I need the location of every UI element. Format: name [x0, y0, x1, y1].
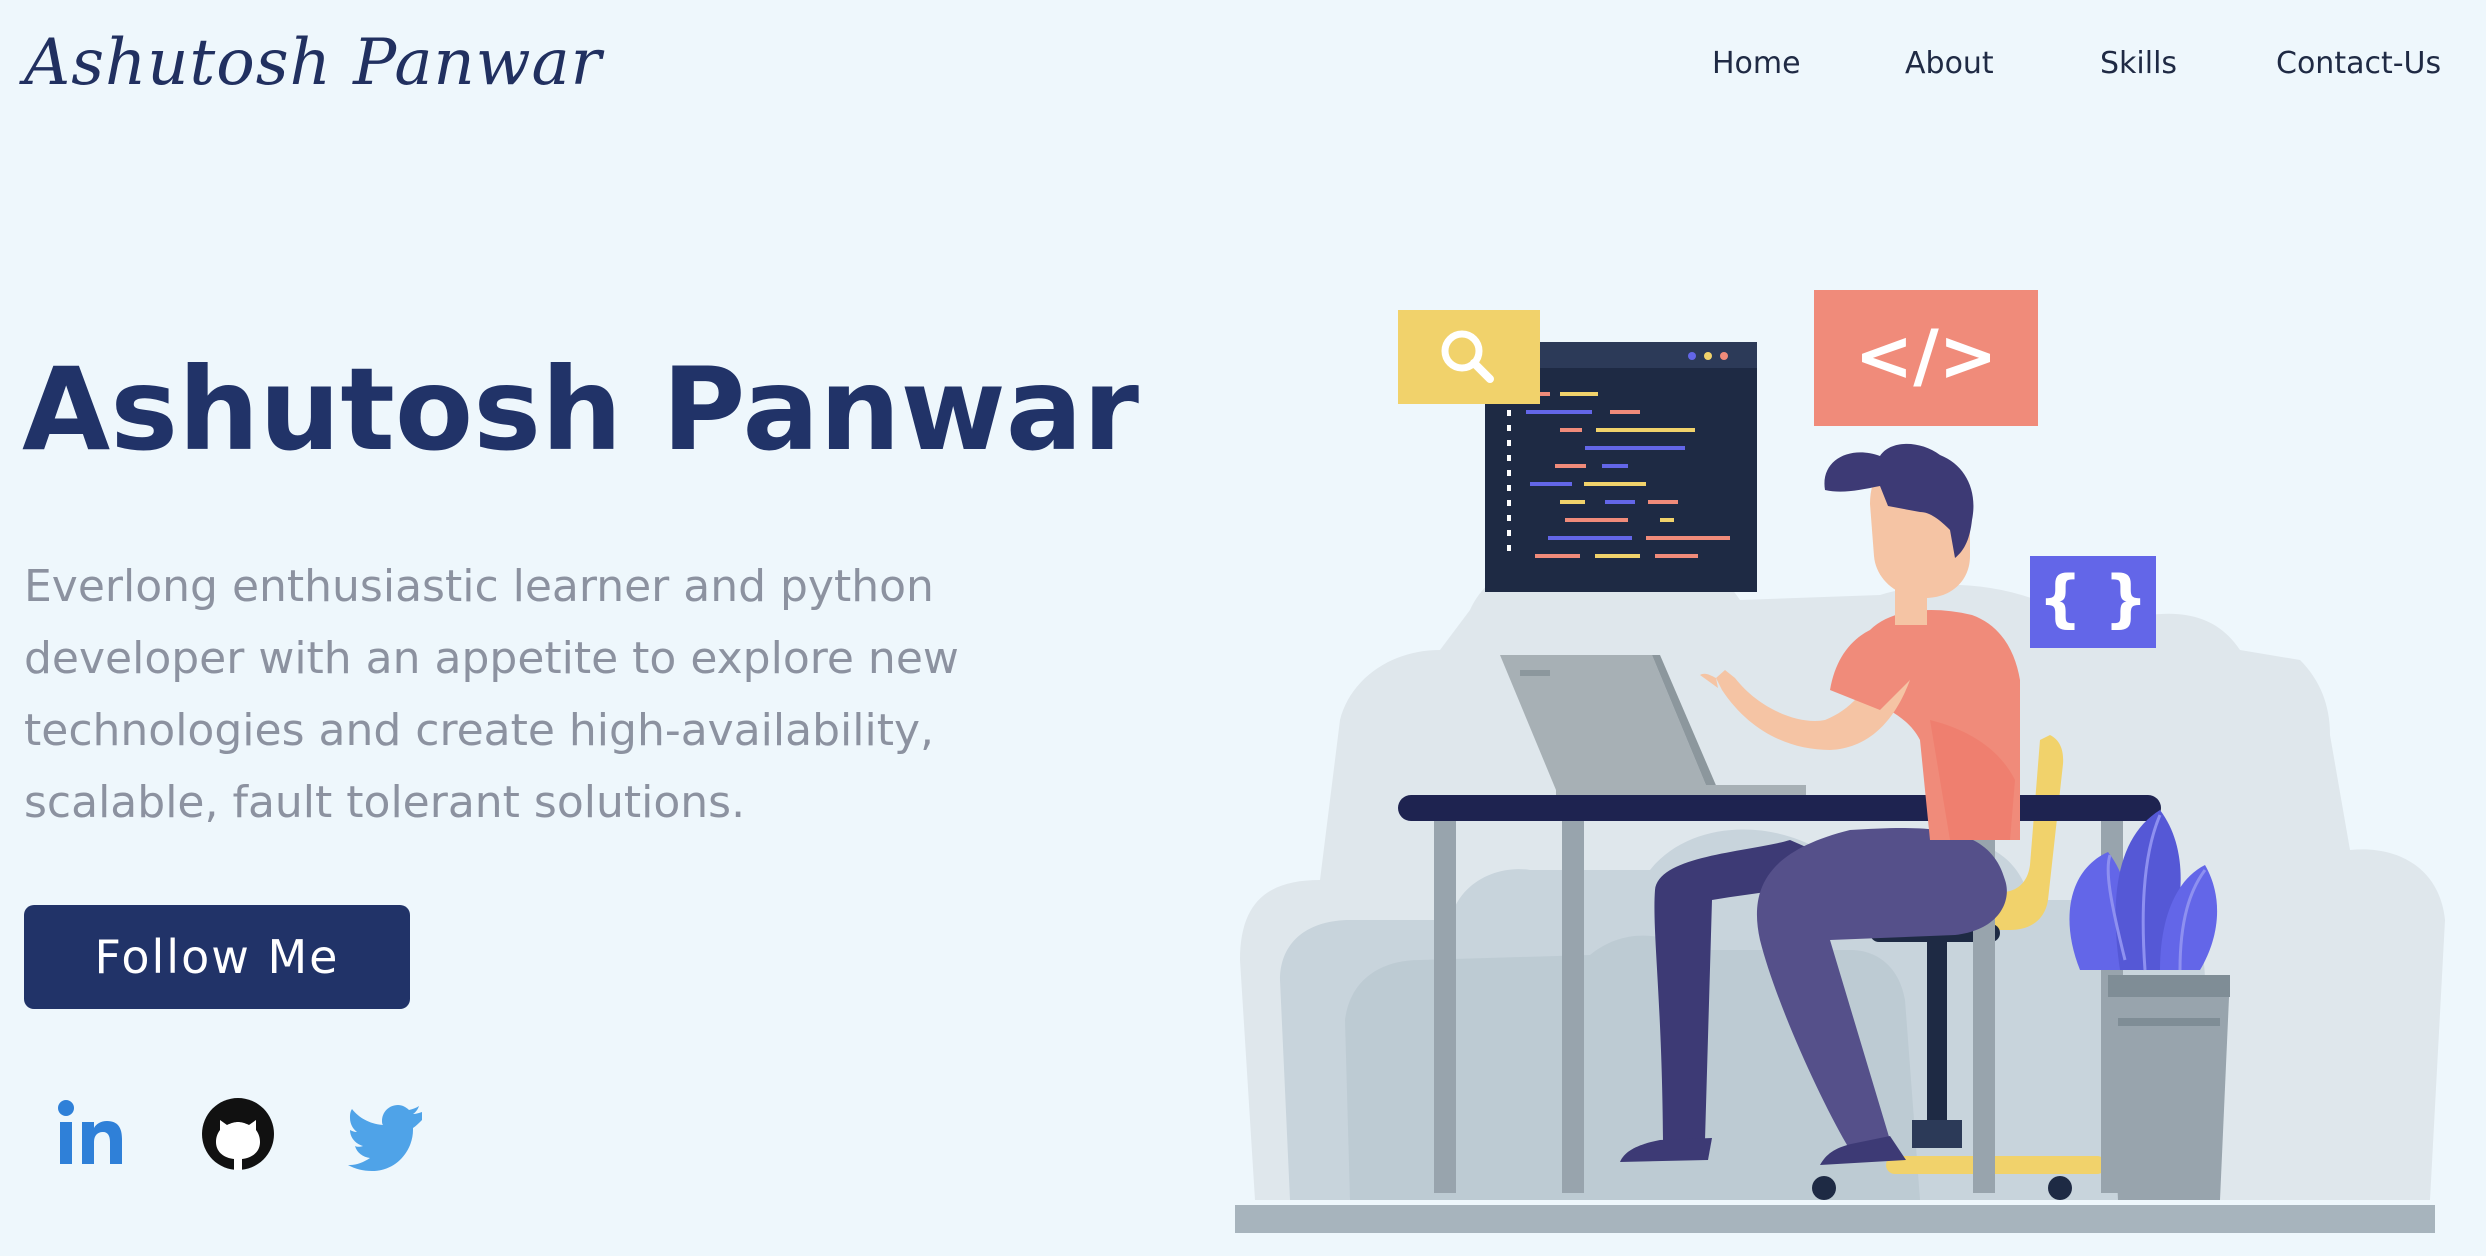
- nav-home[interactable]: Home: [1712, 44, 1801, 84]
- nav-about[interactable]: About: [1905, 44, 1994, 84]
- linkedin-glyph: [58, 1100, 122, 1164]
- twitter-glyph: [348, 1105, 422, 1171]
- developer-illustration: </> { }: [1235, 290, 2445, 1233]
- hero-title: Ashutosh Panwar: [22, 343, 1139, 476]
- code-tag-card: </>: [1814, 290, 2038, 426]
- linkedin-icon[interactable]: [52, 1094, 132, 1174]
- github-icon[interactable]: [198, 1094, 278, 1174]
- braces-text: { }: [2038, 562, 2148, 635]
- braces-card: { }: [2030, 556, 2156, 648]
- github-glyph: [202, 1098, 274, 1170]
- hero-description: Everlong enthusiastic learner and python…: [24, 561, 959, 828]
- nav-skills[interactable]: Skills: [2100, 44, 2177, 84]
- site-logo[interactable]: Ashutosh Panwar: [24, 18, 602, 108]
- nav-contact-us[interactable]: Contact-Us: [2276, 44, 2441, 84]
- code-tag-text: </>: [1855, 315, 1998, 397]
- floor: [1235, 1205, 2435, 1233]
- twitter-icon[interactable]: [348, 1094, 428, 1174]
- search-card: [1398, 310, 1540, 404]
- follow-me-button[interactable]: Follow Me: [24, 905, 410, 1009]
